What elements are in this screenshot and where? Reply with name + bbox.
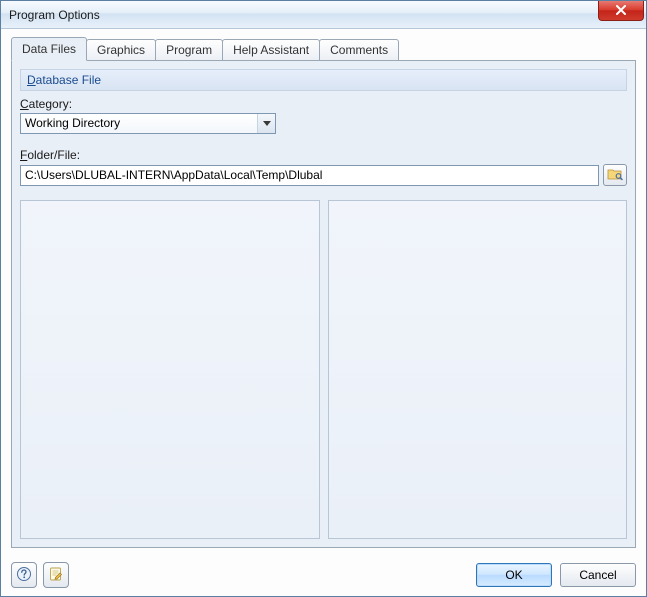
edit-button[interactable] bbox=[43, 562, 69, 588]
tab-label: Help Assistant bbox=[233, 43, 309, 57]
edit-icon bbox=[48, 566, 64, 585]
close-icon bbox=[615, 4, 627, 18]
left-pane bbox=[20, 200, 320, 539]
dialog-footer: OK Cancel bbox=[1, 556, 646, 596]
help-icon bbox=[16, 566, 32, 585]
tab-comments[interactable]: Comments bbox=[319, 39, 399, 61]
tab-label: Graphics bbox=[97, 43, 145, 57]
folder-path-field[interactable]: C:\Users\DLUBAL-INTERN\AppData\Local\Tem… bbox=[20, 165, 599, 186]
category-select-value: Working Directory bbox=[20, 113, 276, 134]
titlebar: Program Options bbox=[1, 1, 646, 29]
folder-label: Folder/File: bbox=[20, 148, 627, 162]
category-row: Category: Working Directory bbox=[20, 97, 627, 134]
panel-header-text: atabase File bbox=[36, 73, 101, 87]
tab-label: Comments bbox=[330, 43, 388, 57]
help-button[interactable] bbox=[11, 562, 37, 588]
ok-label: OK bbox=[505, 568, 522, 582]
browse-button[interactable] bbox=[603, 164, 627, 186]
tab-program[interactable]: Program bbox=[155, 39, 223, 61]
tab-label: Program bbox=[166, 43, 212, 57]
cancel-label: Cancel bbox=[579, 568, 616, 582]
panel-header-database-file: Database File bbox=[20, 69, 627, 91]
dialog-content: Data Files Graphics Program Help Assista… bbox=[1, 29, 646, 556]
tab-help-assistant[interactable]: Help Assistant bbox=[222, 39, 320, 61]
window-title: Program Options bbox=[9, 8, 100, 22]
preview-panes bbox=[20, 200, 627, 539]
folder-row: Folder/File: C:\Users\DLUBAL-INTERN\AppD… bbox=[20, 148, 627, 186]
category-select[interactable]: Working Directory bbox=[20, 113, 276, 134]
ok-button[interactable]: OK bbox=[476, 563, 552, 587]
tab-graphics[interactable]: Graphics bbox=[86, 39, 156, 61]
panel-header-accel: D bbox=[27, 73, 36, 87]
right-pane bbox=[328, 200, 628, 539]
category-label: Category: bbox=[20, 97, 627, 111]
cancel-button[interactable]: Cancel bbox=[560, 563, 636, 587]
tabstrip: Data Files Graphics Program Help Assista… bbox=[11, 39, 636, 61]
tab-data-files[interactable]: Data Files bbox=[11, 37, 87, 61]
folder-search-icon bbox=[607, 167, 623, 184]
dialog-window: Program Options Data Files Graphics Prog… bbox=[0, 0, 647, 597]
tab-label: Data Files bbox=[22, 42, 76, 56]
tab-panel-data-files: Database File Category: Working Director… bbox=[11, 60, 636, 548]
close-button[interactable] bbox=[598, 1, 644, 21]
